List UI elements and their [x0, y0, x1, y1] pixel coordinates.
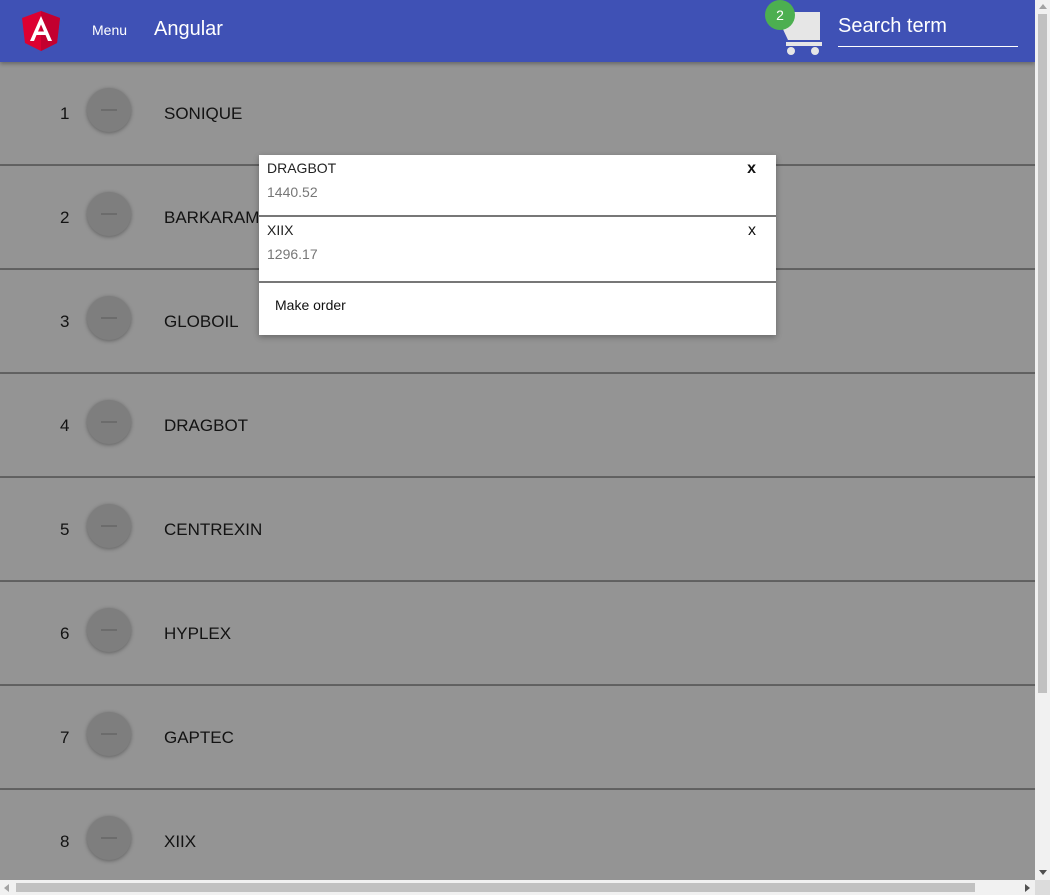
cart-count-badge: 2 — [765, 0, 795, 30]
scroll-right-arrow-icon[interactable] — [1025, 884, 1030, 892]
remove-item-button[interactable]: x — [745, 160, 758, 178]
menu-button[interactable]: Menu — [82, 16, 137, 44]
scrollbar-corner — [1035, 880, 1050, 895]
app-window: Menu Angular 2 1 SONIQUE 2 BARKARAMA — [0, 0, 1035, 880]
order-row: Make order — [259, 283, 776, 335]
vertical-scroll-thumb[interactable] — [1038, 14, 1047, 693]
cart-popup: DRAGBOT 1440.52 x XIIX 1296.17 x Make or… — [259, 155, 776, 335]
cart-item: DRAGBOT 1440.52 x — [259, 155, 776, 217]
angular-logo-icon[interactable] — [22, 11, 60, 51]
vertical-scrollbar[interactable] — [1035, 0, 1050, 880]
make-order-button[interactable]: Make order — [267, 297, 354, 313]
scroll-up-arrow-icon[interactable] — [1039, 4, 1047, 9]
scroll-down-arrow-icon[interactable] — [1039, 870, 1047, 875]
cart-button[interactable]: 2 — [764, 0, 826, 62]
scroll-left-arrow-icon[interactable] — [4, 884, 9, 892]
cart-item-name: DRAGBOT — [267, 160, 337, 176]
cart-item: XIIX 1296.17 x — [259, 217, 776, 283]
top-toolbar: Menu Angular 2 — [0, 0, 1035, 62]
cart-item-name: XIIX — [267, 222, 294, 238]
horizontal-scrollbar[interactable] — [0, 880, 1035, 895]
cart-item-price: 1296.17 — [267, 246, 318, 262]
cart-item-price: 1440.52 — [267, 184, 318, 200]
search-field — [838, 10, 1018, 47]
horizontal-scroll-thumb[interactable] — [16, 883, 975, 892]
search-input[interactable] — [838, 10, 1018, 42]
app-title: Angular — [154, 18, 223, 40]
remove-item-button[interactable]: x — [746, 222, 758, 240]
